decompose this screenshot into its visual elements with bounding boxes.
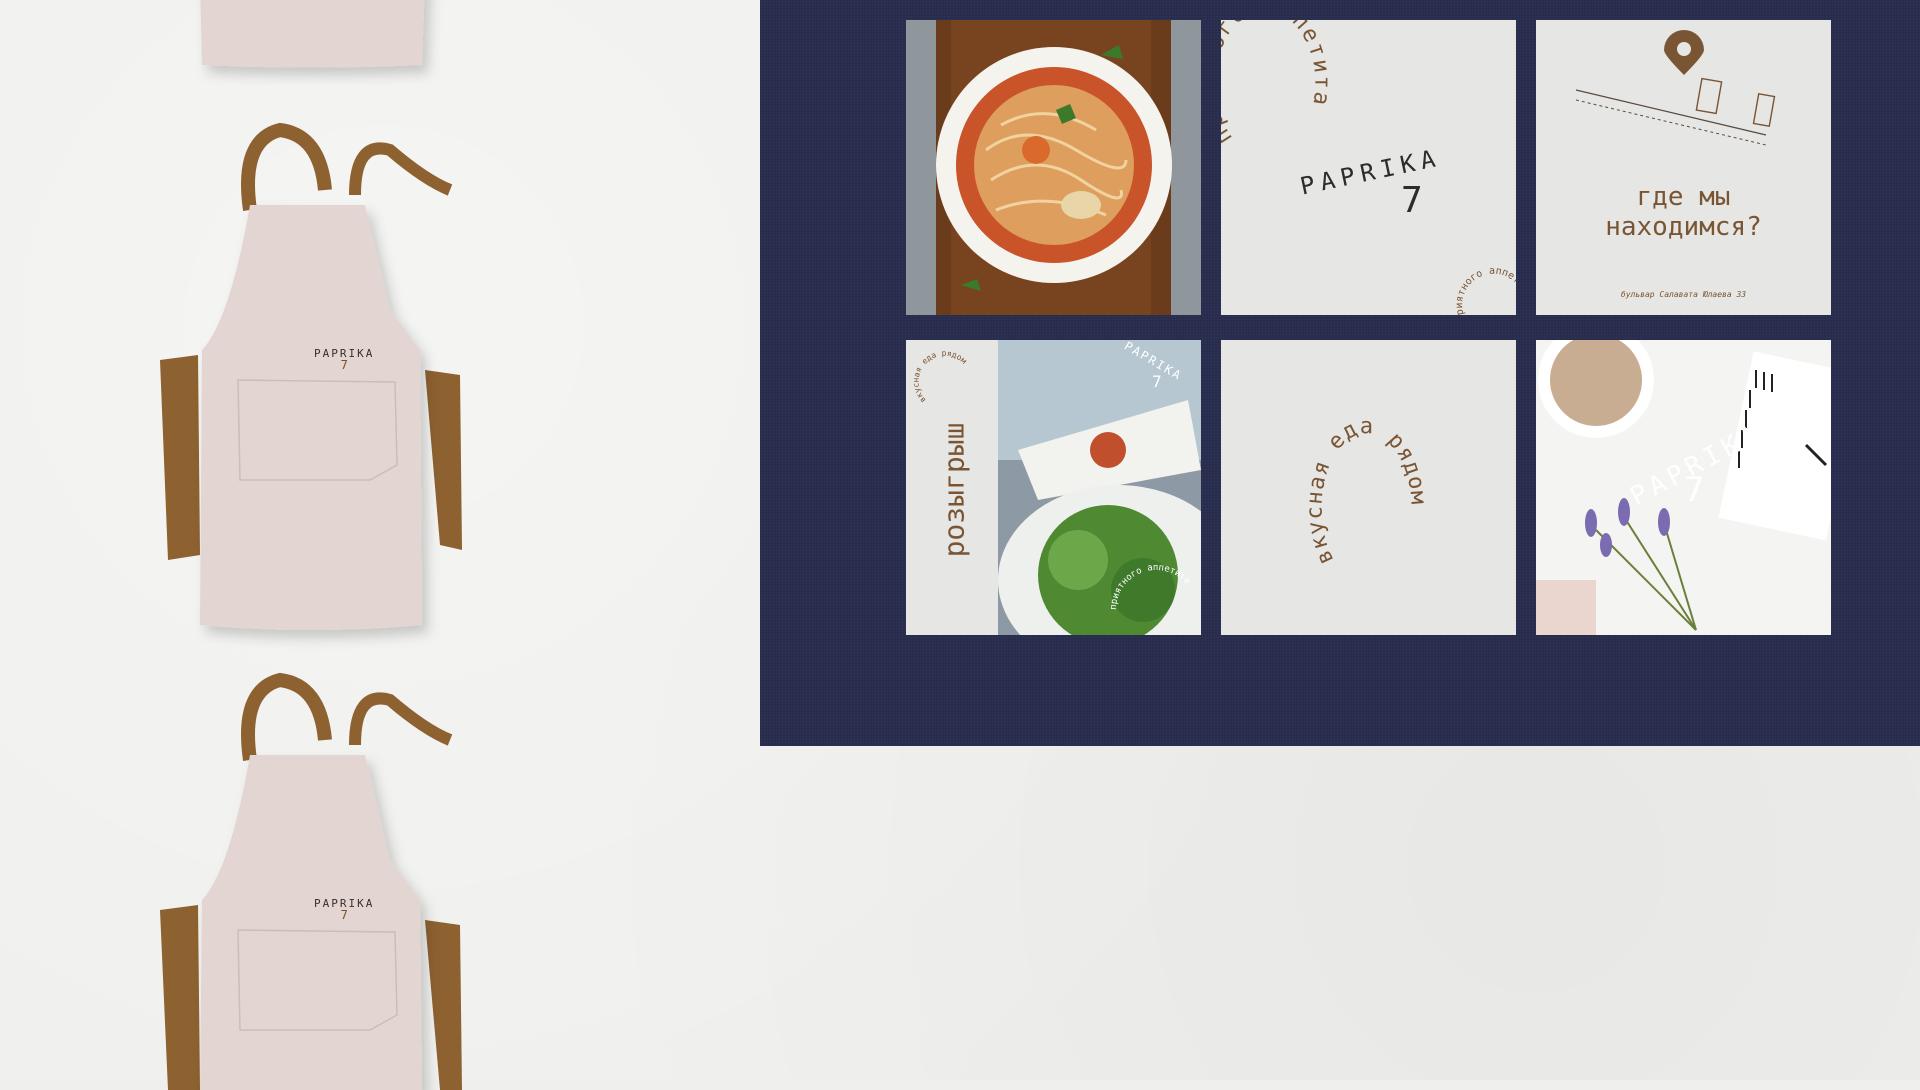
slogan-tile: вкусная еда рядом xyxy=(1221,340,1516,635)
apron-logo-number: 7 xyxy=(340,908,348,922)
apron-logo: PAPRIKA 7 xyxy=(314,348,374,371)
apron-logo: PAPRIKA 7 xyxy=(314,898,374,921)
social-media-board: приятного аппетита приятного аппетита PA… xyxy=(760,0,1920,746)
location-question: где мы находимся? xyxy=(1536,182,1831,242)
svg-text:приятного аппетита: приятного аппетита xyxy=(1221,20,1334,149)
apron-middle: PAPRIKA 7 xyxy=(150,120,490,650)
location-question-line2: находимся? xyxy=(1605,212,1762,242)
giveaway-text-panel: розыгрыш вкусная еда рядом xyxy=(906,340,998,635)
apron-top xyxy=(150,0,490,75)
giveaway-tile: розыгрыш вкусная еда рядом приятного апп… xyxy=(906,340,1201,635)
location-question-line1: где мы xyxy=(1636,182,1731,212)
giveaway-logo-number: 7 xyxy=(1152,372,1162,391)
svg-text:вкусная еда рядом: вкусная еда рядом xyxy=(911,349,968,405)
giveaway-label: розыгрыш xyxy=(937,422,971,558)
apron-logo-number: 7 xyxy=(340,358,348,372)
noodle-photo-tile xyxy=(906,20,1201,315)
giveaway-small-arc: вкусная еда рядом xyxy=(911,349,968,405)
map-pin-icon xyxy=(1664,30,1704,75)
tile-logo-number: 7 xyxy=(1401,180,1423,221)
location-address: бульвар Салавата Юлаева 33 xyxy=(1620,290,1747,299)
giveaway-photo-arc: приятного аппетита xyxy=(1109,563,1192,610)
slogan-arc-text: вкусная еда рядом xyxy=(1302,414,1429,568)
lavender-tile: PAPRIKA 7 xyxy=(1536,340,1831,635)
logo-tile: приятного аппетита приятного аппетита PA… xyxy=(1221,20,1516,315)
arc-appetite-text: приятного аппетита xyxy=(1221,20,1332,149)
location-tile: где мы находимся? бульвар Салавата Юлаев… xyxy=(1536,20,1831,315)
svg-text:приятного аппетита: приятного аппетита xyxy=(1109,563,1192,610)
svg-text:вкусная еда рядом: вкусная еда рядом xyxy=(1302,414,1430,568)
apron-bottom: PAPRIKA 7 xyxy=(150,670,490,1090)
lavender-logo-number: 7 xyxy=(1684,470,1705,510)
noodle-soup-image xyxy=(906,20,1201,315)
